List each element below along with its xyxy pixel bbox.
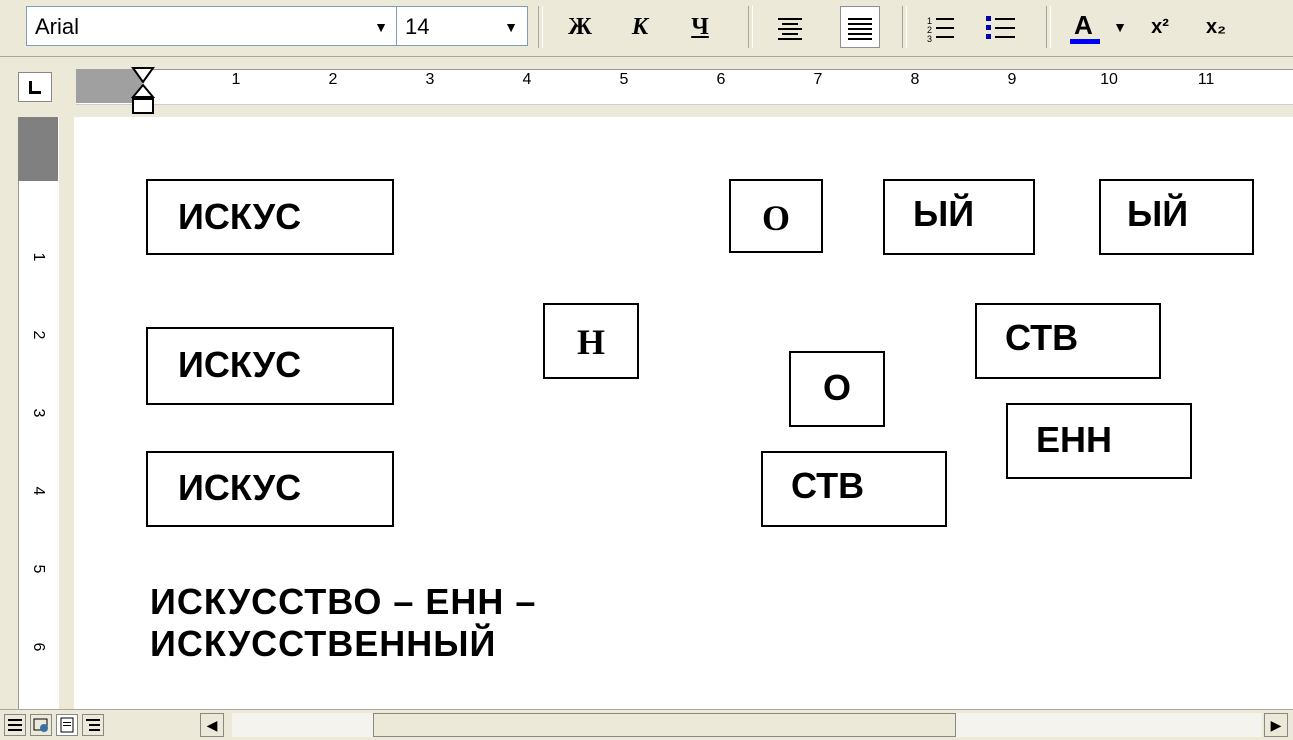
chevron-down-icon[interactable]: ▼ — [371, 17, 391, 37]
ruler-label: 4 — [30, 486, 47, 496]
result-text-line-2: ИСКУССТВЕННЫЙ — [150, 623, 497, 664]
ruler-label: 4 — [522, 71, 532, 88]
outline-view-icon[interactable] — [82, 714, 104, 736]
font-color-button[interactable]: A — [1064, 6, 1108, 48]
font-name-value: Arial — [35, 14, 80, 39]
ruler-label: 1 — [231, 71, 241, 88]
bold-button[interactable]: Ж — [560, 6, 600, 48]
bold-button-label: Ж — [568, 14, 592, 40]
font-size-combo[interactable]: 14 ▼ — [396, 6, 528, 46]
ruler-label: 6 — [30, 642, 47, 652]
toolbar-separator — [538, 6, 543, 48]
text-box-label: СТВ — [791, 465, 865, 506]
italic-button[interactable]: К — [620, 6, 660, 48]
font-name-combo[interactable]: Arial ▼ — [26, 6, 398, 46]
horizontal-ruler[interactable]: 1 2 3 4 5 6 7 8 9 10 11 — [0, 57, 1293, 117]
text-box-o-mid[interactable]: О — [789, 351, 885, 427]
bottom-bar: ◀ ▶ — [0, 709, 1293, 740]
ruler-label: 9 — [1007, 71, 1017, 88]
ruler-label: 2 — [328, 71, 338, 88]
align-center-icon[interactable] — [770, 6, 810, 48]
text-box-n[interactable]: Н — [543, 303, 639, 379]
underline-button[interactable]: Ч — [680, 6, 720, 48]
text-box-label: ИСКУС — [178, 196, 302, 237]
text-box-label: ИСКУС — [178, 467, 302, 508]
underline-button-label: Ч — [691, 14, 709, 40]
horizontal-scrollbar-thumb[interactable] — [373, 713, 956, 737]
text-box-iskus-1[interactable]: ИСКУС — [146, 179, 394, 255]
vertical-ruler[interactable]: 1 2 3 4 5 6 — [0, 117, 74, 709]
text-box-enn[interactable]: ЕНН — [1006, 403, 1192, 479]
ruler-label: 3 — [30, 408, 47, 418]
scroll-right-icon[interactable]: ▶ — [1264, 713, 1288, 737]
text-box-o-top[interactable]: О — [729, 179, 823, 253]
text-box-stv-1[interactable]: СТВ — [975, 303, 1161, 379]
toolbar-separator — [1046, 6, 1051, 48]
chevron-down-icon[interactable]: ▼ — [501, 17, 521, 37]
toolbar-separator — [902, 6, 907, 48]
ruler-label: 5 — [30, 564, 47, 574]
text-box-label: ЫЙ — [1127, 193, 1189, 234]
ruler-label: 8 — [910, 71, 920, 88]
ruler-label: 11 — [1197, 71, 1215, 88]
italic-button-label: К — [631, 14, 649, 40]
text-box-yy-2[interactable]: ЫЙ — [1099, 179, 1254, 255]
ruler-label: 10 — [1100, 71, 1118, 88]
text-box-label: ЕНН — [1036, 419, 1113, 460]
text-box-iskus-2[interactable]: ИСКУС — [146, 327, 394, 405]
text-box-label: ЫЙ — [913, 193, 975, 234]
print-layout-view-icon[interactable] — [56, 714, 78, 736]
ruler-top-margin — [18, 117, 58, 181]
text-box-label: СТВ — [1005, 317, 1079, 358]
text-box-label: ИСКУС — [178, 344, 302, 385]
subscript-label: x₂ — [1205, 16, 1226, 38]
ruler-label: 7 — [813, 71, 823, 88]
text-box-label: Н — [576, 322, 605, 362]
web-layout-view-icon[interactable] — [30, 714, 52, 736]
ruler-label: 2 — [30, 330, 47, 340]
text-box-label: О — [822, 367, 851, 408]
text-box-yy-1[interactable]: ЫЙ — [883, 179, 1035, 255]
formatting-toolbar: Arial ▼ 14 ▼ Ж К Ч 1 2 3 A ▼ x² x₂ — [0, 0, 1293, 57]
superscript-label: x² — [1151, 16, 1169, 38]
tab-stop-selector[interactable] — [18, 72, 52, 102]
subscript-button[interactable]: x₂ — [1196, 6, 1236, 48]
text-box-iskus-3[interactable]: ИСКУС — [146, 451, 394, 527]
indent-marker-icon[interactable] — [130, 65, 156, 117]
align-justify-icon[interactable] — [840, 6, 880, 48]
toolbar-separator — [748, 6, 753, 48]
ruler-label: 5 — [619, 71, 629, 88]
document-page[interactable]: ИСКУС О ЫЙ ЫЙ ИСКУС Н СТВ О ЕНН ИСКУС СТ… — [74, 117, 1293, 709]
normal-view-icon[interactable] — [4, 714, 26, 736]
svg-text:3: 3 — [927, 34, 932, 44]
ruler-label: 6 — [716, 71, 726, 88]
ruler-label: 1 — [30, 252, 47, 262]
svg-text:A: A — [1074, 10, 1093, 40]
text-box-stv-2[interactable]: СТВ — [761, 451, 947, 527]
chevron-down-icon[interactable]: ▼ — [1108, 6, 1132, 48]
scroll-left-icon[interactable]: ◀ — [200, 713, 224, 737]
superscript-button[interactable]: x² — [1140, 6, 1180, 48]
result-text-line-1: ИСКУССТВО – ЕНН – — [150, 581, 537, 622]
font-size-value: 14 — [405, 14, 430, 39]
text-box-label: О — [761, 198, 790, 238]
ruler-label: 3 — [425, 71, 435, 88]
bulleted-list-icon[interactable] — [980, 6, 1020, 48]
numbered-list-icon[interactable]: 1 2 3 — [920, 6, 960, 48]
